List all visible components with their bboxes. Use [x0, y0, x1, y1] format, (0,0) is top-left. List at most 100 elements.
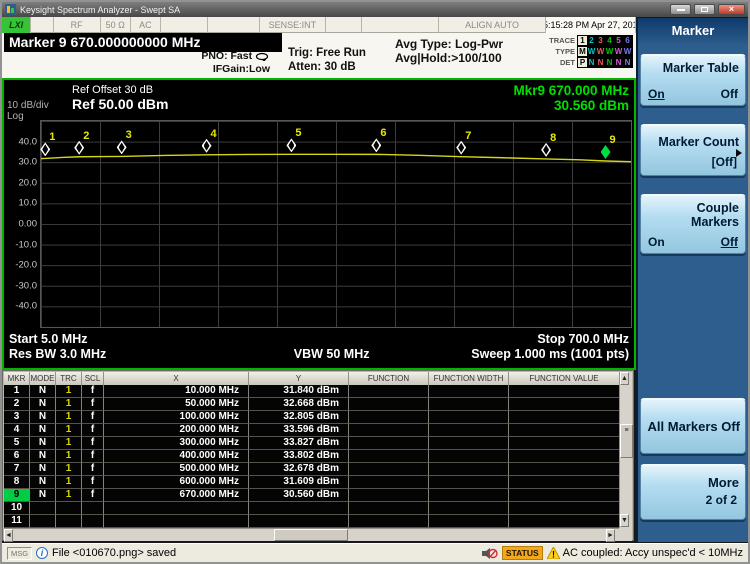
marker-table-cell: 1 — [56, 411, 82, 424]
marker-table-cell — [509, 502, 620, 515]
marker-table-cell — [349, 502, 429, 515]
marker-table-cell: 1 — [56, 450, 82, 463]
marker-table-row-2[interactable]: 2 N 1 f 50.000 MHz 32.668 dBm — [4, 398, 620, 411]
window-title: Keysight Spectrum Analyzer - Swept SA — [20, 4, 181, 15]
marker-table-cell: f — [82, 424, 104, 437]
pno-label: PNO: Fast — [201, 50, 253, 62]
marker-table-row-4[interactable]: 4 N 1 f 200.000 MHz 33.596 dBm — [4, 424, 620, 437]
app-icon — [5, 4, 16, 15]
trace-indicator-label: TRACE — [549, 36, 575, 45]
scroll-up-button[interactable]: ▲ — [620, 372, 629, 385]
marker-table-cell — [509, 489, 620, 502]
marker-table-row-7[interactable]: 7 N 1 f 500.000 MHz 32.678 dBm — [4, 463, 620, 476]
more-softkey[interactable]: More 2 of 2 — [640, 464, 746, 520]
y-axis-label: -20.0 — [15, 259, 37, 271]
marker-diamond-inner — [458, 142, 465, 153]
marker-table-cell: 7 — [4, 463, 30, 476]
marker-table-cell: f — [82, 398, 104, 411]
status-cell-blank — [161, 17, 209, 33]
softkey-menu-title: Marker — [638, 18, 748, 46]
marker-table-row-9[interactable]: 9 N 1 f 670.000 MHz 30.560 dBm — [4, 489, 620, 502]
marker-table-cell: 5 — [4, 437, 30, 450]
marker-table-cell: 1 — [56, 437, 82, 450]
marker-table-cell — [349, 424, 429, 437]
marker-label-8: 8 — [550, 131, 557, 144]
marker-table-cell — [249, 502, 349, 515]
status-cell-ac: AC — [131, 17, 161, 33]
marker-table-cell: N — [30, 450, 56, 463]
marker-table-softkey[interactable]: Marker Table On Off — [640, 54, 746, 106]
marker-table-cell — [509, 424, 620, 437]
marker-table-cell: f — [82, 385, 104, 398]
marker-table-cell — [349, 489, 429, 502]
marker-table-cell — [349, 463, 429, 476]
vertical-scroll-thumb[interactable]: ≡ — [620, 424, 633, 458]
marker-count-softkey[interactable]: Marker Count [Off] — [640, 124, 746, 176]
marker-table-row-5[interactable]: 5 N 1 f 300.000 MHz 33.827 dBm — [4, 437, 620, 450]
column-header-x: X — [104, 372, 249, 385]
graticule: 40.0 30.0 20.0 10.0 0.00 -10.0 -20.0 -30.0 -40.0… — [15, 120, 632, 328]
marker-table-cell — [349, 450, 429, 463]
couple-markers-softkey[interactable]: Couple Markers On Off — [640, 194, 746, 254]
marker-label-9: 9 — [609, 134, 616, 147]
marker-table-cell — [429, 450, 509, 463]
marker-table-row-6[interactable]: 6 N 1 f 400.000 MHz 33.802 dBm — [4, 450, 620, 463]
couple-markers-off-state: Off — [720, 235, 738, 249]
y-axis-label: 40.0 — [18, 136, 38, 148]
marker-table-cell — [429, 515, 509, 528]
minimize-button[interactable] — [670, 4, 691, 15]
marker-table-cell — [82, 502, 104, 515]
marker-table-cell: N — [30, 398, 56, 411]
marker-table-row-11[interactable]: 11 — [4, 515, 620, 528]
restore-button[interactable] — [694, 4, 715, 15]
average-settings: Avg Type: Log-Pwr Avg|Hold:>100/100 — [395, 37, 503, 65]
marker-table-cell: f — [82, 489, 104, 502]
more-softkey-label: More — [707, 475, 739, 490]
horizontal-scrollbar[interactable]: ◄ ► — [4, 528, 620, 542]
marker-table-cell — [509, 385, 620, 398]
marker-label-6: 6 — [380, 127, 387, 140]
marker-table-row-10[interactable]: 10 — [4, 502, 620, 515]
scroll-left-button[interactable]: ◄ — [4, 529, 13, 542]
stop-freq-label: Stop 700.0 MHz — [537, 332, 629, 346]
marker-table-cell: N — [30, 385, 56, 398]
marker-table-cell: 33.596 dBm — [249, 424, 349, 437]
trace-indicator-cell: W — [614, 47, 623, 56]
vertical-scrollbar[interactable]: ▲ ≡ ▼ — [619, 372, 633, 528]
marker-table-cell — [429, 398, 509, 411]
marker-table-cell — [429, 463, 509, 476]
marker-table-cell — [429, 502, 509, 515]
horizontal-scroll-thumb[interactable] — [274, 529, 348, 541]
restore-icon — [701, 7, 708, 12]
marker-table-row-8[interactable]: 8 N 1 f 600.000 MHz 31.609 dBm — [4, 476, 620, 489]
scroll-down-button[interactable]: ▼ — [620, 514, 629, 527]
trace-indicator-row: TYPE M W W W W W — [539, 46, 633, 57]
marker-table-cell — [30, 515, 56, 528]
trace-indicator-cell: M — [578, 47, 587, 56]
status-cell-50-: 50 Ω — [101, 17, 131, 33]
column-header-function-value: FUNCTION VALUE — [509, 372, 620, 385]
marker-table-cell: 1 — [4, 385, 30, 398]
scroll-right-button[interactable]: ► — [606, 529, 615, 542]
marker-table-cell: 300.000 MHz — [104, 437, 249, 450]
y-axis-label: -40.0 — [15, 300, 37, 312]
marker-table-cell: N — [30, 411, 56, 424]
marker-table-cell — [429, 385, 509, 398]
marker-table-cell: 6 — [4, 450, 30, 463]
marker-table-row-3[interactable]: 3 N 1 f 100.000 MHz 32.805 dBm — [4, 411, 620, 424]
pno-settings: PNO: Fast IFGain:Low — [152, 50, 270, 76]
status-cell-align-auto: ALIGN AUTO — [439, 17, 546, 33]
all-markers-off-softkey[interactable]: All Markers Off — [640, 398, 746, 454]
marker-table-cell — [509, 476, 620, 489]
status-cell-blank — [208, 17, 260, 33]
marker-table-cell: 400.000 MHz — [104, 450, 249, 463]
bw-annotation-row: Res BW 3.0 MHz VBW 50 MHz Sweep 1.000 ms… — [4, 347, 634, 362]
marker-table-cell: f — [82, 450, 104, 463]
marker-table-cell — [509, 398, 620, 411]
marker-table-row-1[interactable]: 1 N 1 f 10.000 MHz 31.840 dBm — [4, 385, 620, 398]
marker-readout-green: Mkr9 670.000 MHz 30.560 dBm — [513, 83, 629, 113]
trace-indicator-cell: N — [624, 58, 631, 67]
status-cell-lxi: LXI — [2, 17, 32, 33]
ifgain-label: IFGain:Low — [212, 63, 270, 75]
close-button[interactable]: × — [718, 4, 745, 15]
